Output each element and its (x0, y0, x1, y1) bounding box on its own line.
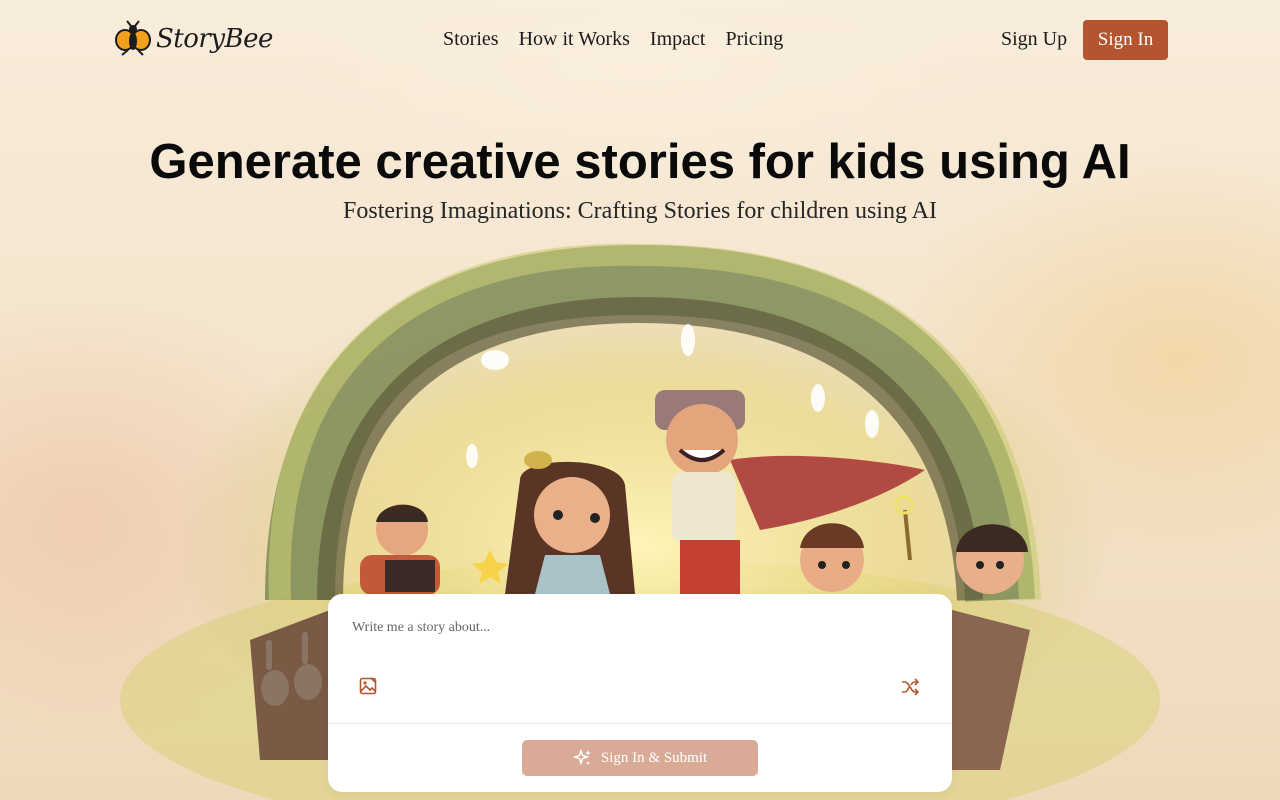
nav-links: Stories How it Works Impact Pricing (443, 28, 783, 51)
sign-in-submit-button[interactable]: Sign In & Submit (522, 740, 758, 776)
card-divider (328, 723, 952, 724)
nav-link-how-it-works[interactable]: How it Works (519, 28, 630, 51)
brand-name: StoryBee (156, 24, 273, 54)
image-upload-icon[interactable] (359, 677, 377, 695)
nav-link-pricing[interactable]: Pricing (725, 28, 783, 51)
story-prompt-input[interactable] (352, 616, 912, 640)
bee-icon (115, 20, 151, 56)
nav-link-stories[interactable]: Stories (443, 28, 499, 51)
sign-up-link[interactable]: Sign Up (1001, 28, 1067, 51)
hero-subtitle: Fostering Imaginations: Crafting Stories… (343, 198, 937, 224)
sparkles-icon (572, 748, 591, 766)
nav-link-impact[interactable]: Impact (650, 28, 706, 51)
hero-title: Generate creative stories for kids using… (149, 135, 1131, 189)
story-prompt-card: Sign In & Submit (328, 594, 952, 792)
submit-label: Sign In & Submit (600, 749, 708, 766)
shuffle-icon[interactable] (901, 678, 919, 696)
top-nav: StoryBee Stories How it Works Impact Pri… (0, 0, 1280, 80)
sign-in-button[interactable]: Sign In (1083, 20, 1168, 60)
brand-logo[interactable]: StoryBee (114, 20, 273, 58)
